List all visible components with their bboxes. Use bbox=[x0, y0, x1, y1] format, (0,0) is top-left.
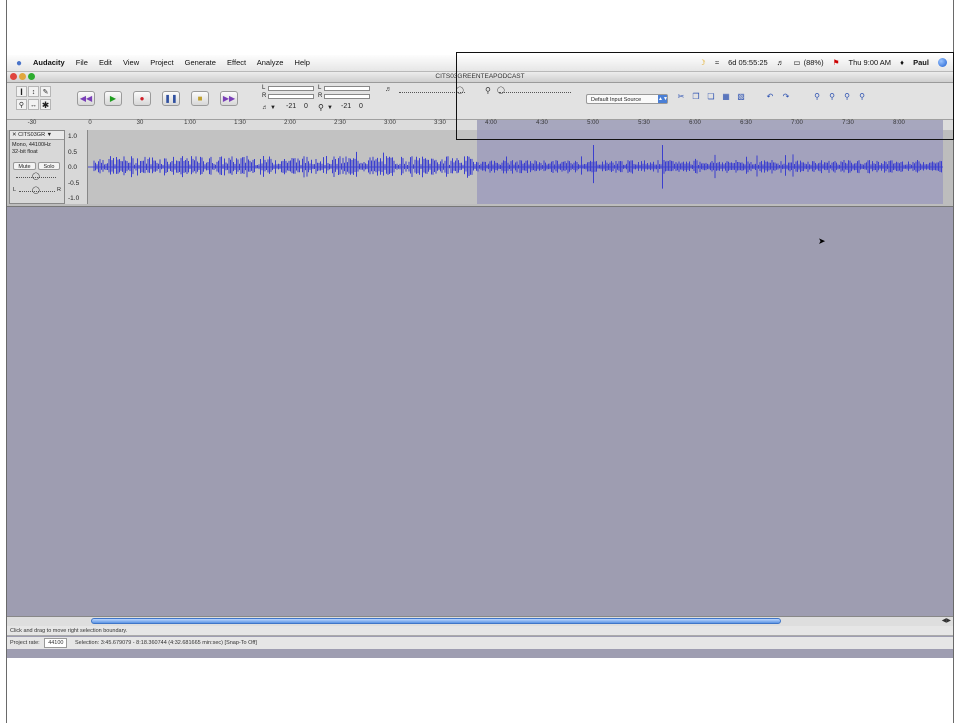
play-meter-db: -21 bbox=[286, 103, 297, 110]
timeshift-tool-icon[interactable]: ↔ bbox=[28, 99, 39, 110]
minimize-icon[interactable] bbox=[19, 73, 26, 80]
play-meter-left[interactable] bbox=[268, 86, 314, 91]
rec-meter-L: L bbox=[318, 85, 322, 91]
pause-button[interactable]: ❚❚ bbox=[162, 91, 180, 106]
track-dropdown-icon[interactable]: ▼ bbox=[47, 132, 52, 138]
ruler-tick: 3:00 bbox=[384, 120, 396, 126]
skip-end-button[interactable]: ▶▶ bbox=[220, 91, 238, 106]
pan-left-label: L bbox=[13, 187, 17, 193]
selection-bar: Project rate: 44100 Selection: 3:45.6790… bbox=[7, 637, 953, 649]
project-rate-label: Project rate: bbox=[10, 640, 40, 646]
pan-thumb[interactable]: ◯ bbox=[32, 186, 40, 194]
rec-meter-R: R bbox=[318, 93, 323, 99]
ruler-tick: 2:30 bbox=[334, 120, 346, 126]
mic-icon: ⚲ bbox=[318, 103, 324, 112]
play-meter-L: L bbox=[262, 85, 266, 91]
menu-analyze[interactable]: Analyze bbox=[257, 58, 284, 67]
scale-label: -0.5 bbox=[68, 180, 80, 187]
rec-meter-db: -21 bbox=[341, 103, 352, 110]
record-button[interactable]: ● bbox=[133, 91, 151, 106]
track-close-icon[interactable]: ✕ bbox=[12, 132, 17, 138]
gain-thumb[interactable]: ◯ bbox=[32, 172, 40, 180]
menu-file[interactable]: File bbox=[76, 58, 88, 67]
rec-meter-dropdown-icon[interactable]: ▼ bbox=[327, 105, 333, 111]
ruler-tick: 1:30 bbox=[234, 120, 246, 126]
selection-tool-icon[interactable]: I bbox=[16, 86, 27, 97]
project-rate-field[interactable]: 44100 bbox=[44, 638, 68, 648]
stop-button[interactable]: ■ bbox=[191, 91, 209, 106]
ruler-tick: 3:30 bbox=[434, 120, 446, 126]
mute-button[interactable]: Mute bbox=[13, 162, 36, 170]
amplitude-scale: 1.0 0.5 0.0 -0.5 -1.0 bbox=[65, 130, 88, 204]
pan-right-label: R bbox=[57, 187, 61, 193]
zoom-tool-icon[interactable]: ⚲ bbox=[16, 99, 27, 110]
track-format: Mono, 44100Hz bbox=[12, 142, 51, 148]
multi-tool-icon[interactable]: ✱ bbox=[40, 99, 51, 110]
menu-project[interactable]: Project bbox=[150, 58, 173, 67]
track-control-panel[interactable]: ✕ CITS03GR ▼ Mono, 44100Hz 32-bit float … bbox=[9, 130, 65, 204]
menu-effect[interactable]: Effect bbox=[227, 58, 246, 67]
audacity-window: CITS03GREENTEAPODCAST I ↕ ✎ ⚲ ↔ ✱ ◀◀ ▶ ●… bbox=[7, 72, 953, 658]
waveform-graph bbox=[88, 145, 943, 189]
apple-icon[interactable]: ● bbox=[16, 56, 22, 72]
draw-tool-icon[interactable]: ✎ bbox=[40, 86, 51, 97]
track-info: Mono, 44100Hz 32-bit float bbox=[12, 142, 51, 156]
menu-help[interactable]: Help bbox=[295, 58, 310, 67]
rec-meter-zero: 0 bbox=[359, 103, 363, 110]
selection-readout: Selection: 3:45.679079 - 8:18.360744 (4:… bbox=[75, 640, 257, 646]
play-meter-zero: 0 bbox=[304, 103, 308, 110]
play-meter-R: R bbox=[262, 93, 267, 99]
scale-label: 1.0 bbox=[68, 133, 78, 140]
play-meter-dropdown-icon[interactable]: ▼ bbox=[270, 105, 276, 111]
highlight-rectangle bbox=[456, 52, 954, 140]
output-volume-icon: ♬ bbox=[385, 86, 392, 93]
menu-edit[interactable]: Edit bbox=[99, 58, 112, 67]
scale-label: 0.5 bbox=[68, 149, 78, 156]
horizontal-scrollbar[interactable]: ◀▶ bbox=[7, 616, 953, 626]
speaker-icon: ♬ bbox=[262, 105, 268, 111]
scale-label: 0.0 bbox=[68, 164, 78, 171]
ruler-tick: 1:00 bbox=[184, 120, 196, 126]
status-message: Click and drag to move right selection b… bbox=[7, 626, 953, 636]
scrollbar-thumb[interactable] bbox=[91, 618, 781, 624]
menu-generate[interactable]: Generate bbox=[185, 58, 216, 67]
zoom-icon[interactable] bbox=[28, 73, 35, 80]
waveform-area[interactable] bbox=[88, 130, 943, 204]
rec-meter-left[interactable] bbox=[324, 86, 370, 91]
track-name-menu[interactable]: ✕ CITS03GR ▼ bbox=[10, 131, 64, 140]
rec-meter-right[interactable] bbox=[324, 94, 370, 99]
scale-label: -1.0 bbox=[68, 195, 80, 202]
play-meter-right[interactable] bbox=[268, 94, 314, 99]
ruler-tick: 2:00 bbox=[284, 120, 296, 126]
play-button[interactable]: ▶ bbox=[104, 91, 122, 106]
menu-view[interactable]: View bbox=[123, 58, 139, 67]
ruler-tick: 0 bbox=[88, 120, 92, 126]
menu-app-name[interactable]: Audacity bbox=[33, 58, 65, 67]
track-name: CITS03GR bbox=[18, 132, 46, 138]
menu-list: Audacity File Edit View Project Generate… bbox=[33, 55, 319, 71]
skip-start-button[interactable]: ◀◀ bbox=[77, 91, 95, 106]
close-icon[interactable] bbox=[10, 73, 17, 80]
solo-button[interactable]: Solo bbox=[38, 162, 60, 170]
scroll-arrows-icon[interactable]: ◀▶ bbox=[942, 617, 951, 626]
mouse-cursor-icon: ➤ bbox=[818, 236, 826, 246]
envelope-tool-icon[interactable]: ↕ bbox=[28, 86, 39, 97]
ruler-tick: -30 bbox=[27, 120, 37, 126]
ruler-tick: 30 bbox=[136, 120, 144, 126]
track-bitdepth: 32-bit float bbox=[12, 149, 38, 155]
audio-track: ✕ CITS03GR ▼ Mono, 44100Hz 32-bit float … bbox=[7, 130, 953, 207]
